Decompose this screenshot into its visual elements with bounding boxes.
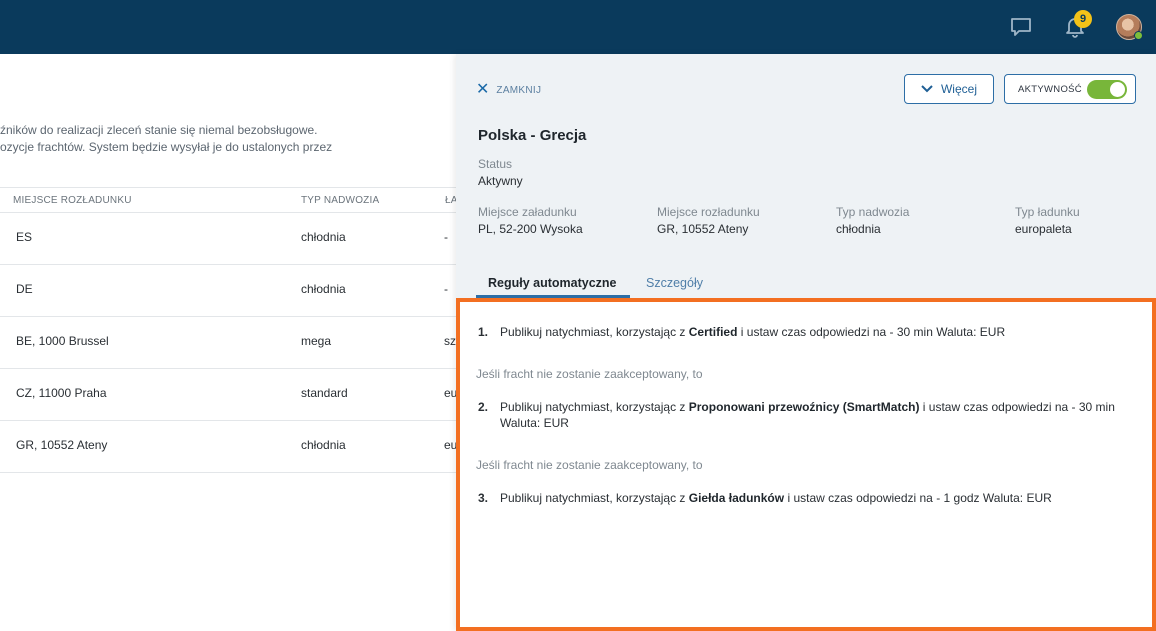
route-title: Polska - Grecja bbox=[478, 127, 587, 144]
rule-channel: Giełda ładunków bbox=[688, 491, 785, 505]
rule-text: Publikuj natychmiast, korzystając z Cert… bbox=[500, 325, 1006, 339]
cell-body-type: mega bbox=[301, 334, 332, 348]
rule-text: Publikuj natychmiast, korzystając z Prop… bbox=[500, 400, 1115, 430]
cell-unload: GR, 10552 Ateny bbox=[16, 438, 108, 452]
cell-load-type: - bbox=[444, 230, 448, 244]
row-divider bbox=[0, 420, 456, 421]
chevron-down-icon bbox=[921, 85, 933, 93]
close-button[interactable]: ✕ ZAMKNIJ bbox=[476, 82, 541, 98]
top-bar: 9 bbox=[0, 0, 1156, 54]
rule-item: 3. Publikuj natychmiast, korzystając z G… bbox=[478, 490, 1140, 506]
notification-badge: 9 bbox=[1074, 10, 1092, 28]
row-divider bbox=[0, 264, 456, 265]
row-divider bbox=[0, 316, 456, 317]
rule-channel: Proponowani przewoźnicy (SmartMatch) bbox=[688, 400, 920, 414]
intro-text-line2: ozycje frachtów. System będzie wysyłał j… bbox=[0, 140, 333, 154]
activity-label: AKTYWNOŚĆ bbox=[1018, 83, 1082, 95]
body-type-value: chłodnia bbox=[836, 222, 881, 236]
fallback-note: Jeśli fracht nie zostanie zaakceptowany,… bbox=[476, 367, 703, 381]
cell-unload: CZ, 11000 Praha bbox=[16, 386, 107, 400]
rule-number: 3. bbox=[478, 491, 489, 505]
unloading-place-value: GR, 10552 Ateny bbox=[657, 222, 749, 236]
automatic-rules-list: 1. Publikuj natychmiast, korzystając z C… bbox=[456, 298, 1156, 631]
load-type-value: europaleta bbox=[1015, 222, 1072, 236]
unloading-place-label: Miejsce rozładunku bbox=[657, 205, 760, 219]
status-value: Aktywny bbox=[478, 174, 523, 188]
cell-body-type: standard bbox=[301, 386, 348, 400]
rule-number: 2. bbox=[478, 400, 489, 414]
rule-item: 2. Publikuj natychmiast, korzystając z P… bbox=[478, 399, 1140, 431]
tab-automatic-rules[interactable]: Reguły automatyczne bbox=[488, 276, 617, 290]
cell-load-type: sz bbox=[444, 334, 456, 348]
cell-body-type: chłodnia bbox=[301, 438, 346, 452]
cell-body-type: chłodnia bbox=[301, 230, 346, 244]
row-divider bbox=[0, 472, 456, 473]
chat-icon[interactable] bbox=[1007, 13, 1035, 41]
row-divider bbox=[0, 368, 456, 369]
cell-unload: BE, 1000 Brussel bbox=[16, 334, 109, 348]
more-button[interactable]: Więcej bbox=[904, 74, 994, 104]
cell-body-type: chłodnia bbox=[301, 282, 346, 296]
load-type-label: Typ ładunku bbox=[1015, 205, 1080, 219]
loading-place-label: Miejsce załadunku bbox=[478, 205, 577, 219]
column-header-body-type: TYP NADWOZIA bbox=[301, 195, 380, 206]
online-status-dot bbox=[1134, 31, 1143, 40]
rule-channel: Certified bbox=[688, 325, 738, 339]
intro-text-line1: źników do realizacji zleceń stanie się n… bbox=[0, 123, 318, 137]
column-header-unload: MIEJSCE ROZŁADUNKU bbox=[13, 195, 132, 206]
route-details-panel: ✕ ZAMKNIJ Więcej AKTYWNOŚĆ Polska - Grec… bbox=[456, 54, 1156, 631]
body-type-label: Typ nadwozia bbox=[836, 205, 910, 219]
activity-toggle[interactable] bbox=[1087, 80, 1127, 99]
rule-number: 1. bbox=[478, 325, 489, 339]
activity-toggle-control: AKTYWNOŚĆ bbox=[1004, 74, 1136, 104]
cell-unload: ES bbox=[16, 230, 33, 244]
loading-place-value: PL, 52-200 Wysoka bbox=[478, 222, 583, 236]
cell-load-type: - bbox=[444, 282, 448, 296]
rule-text: Publikuj natychmiast, korzystając z Gieł… bbox=[500, 491, 1052, 505]
more-label: Więcej bbox=[940, 82, 977, 96]
close-label: ZAMKNIJ bbox=[496, 84, 542, 96]
toggle-knob bbox=[1110, 82, 1125, 97]
rule-item: 1. Publikuj natychmiast, korzystając z C… bbox=[478, 324, 1140, 340]
table-header-divider bbox=[0, 212, 456, 213]
cell-unload: DE bbox=[16, 282, 33, 296]
status-label: Status bbox=[478, 157, 513, 171]
table-top-divider bbox=[0, 187, 456, 188]
tab-details[interactable]: Szczegóły bbox=[646, 276, 703, 290]
close-icon: ✕ bbox=[476, 81, 490, 98]
fallback-note: Jeśli fracht nie zostanie zaakceptowany,… bbox=[476, 458, 703, 472]
